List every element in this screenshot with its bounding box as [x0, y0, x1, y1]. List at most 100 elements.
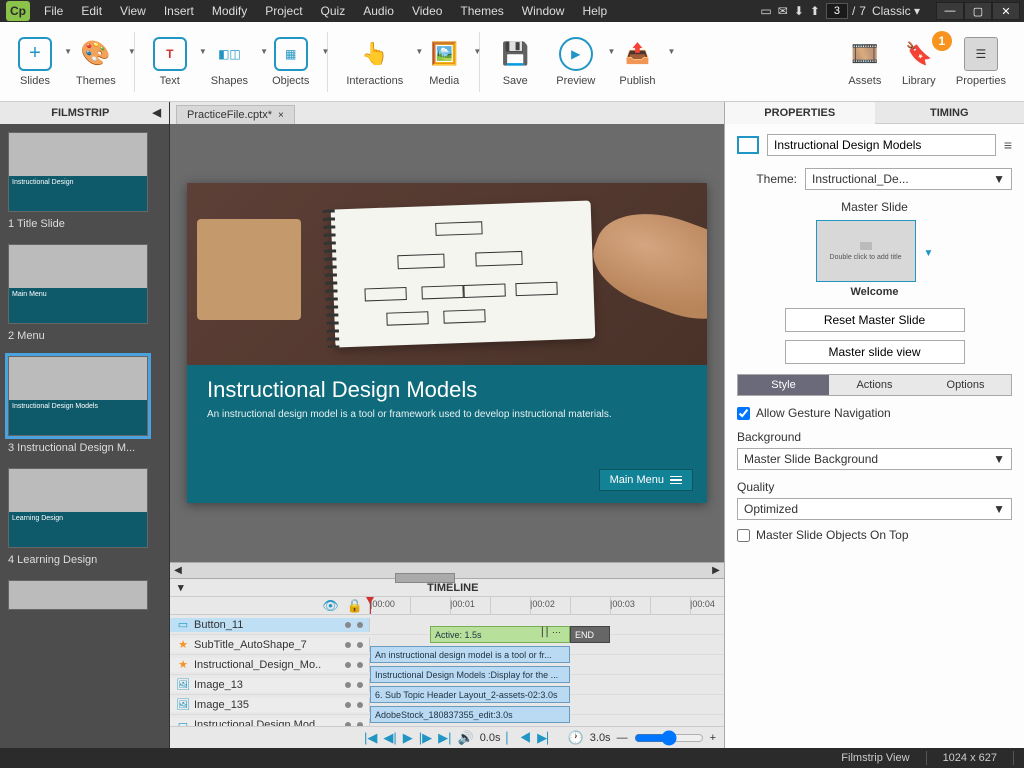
subtab-style[interactable]: Style [738, 375, 829, 395]
ribbon-properties[interactable]: ☰ Properties [946, 33, 1016, 91]
ruler-tick: |00:04 [690, 599, 715, 609]
theme-select[interactable]: Instructional_De...▼ [805, 168, 1012, 190]
timeline-controls: |◀ ◀| ▶ |▶ ▶| 🔊 0.0s ⎸◀ ▶⎸ 🕐 3.0s — + [170, 726, 724, 748]
filmstrip-slide[interactable]: Instructional Design1 Title Slide [8, 132, 161, 230]
step-back-icon[interactable]: ◀| [383, 730, 396, 746]
ribbon-library[interactable]: 🔖 1 Library [892, 33, 946, 91]
timeline-clip[interactable]: Slide (3.0s) [370, 726, 570, 727]
zoom-slider[interactable] [634, 730, 704, 746]
ribbon-shapes[interactable]: ◧◫ ▼ Shapes [201, 33, 258, 91]
canvas[interactable]: Instructional Design Models An instructi… [170, 124, 724, 562]
step-fwd-icon[interactable]: |▶ [419, 730, 432, 746]
panel-menu-icon[interactable]: ≡ [1004, 137, 1012, 153]
ribbon-preview[interactable]: ▶ ▼ Preview [546, 33, 605, 91]
save-icon: 💾 [498, 37, 532, 71]
tab-properties[interactable]: PROPERTIES [725, 102, 875, 124]
text-icon: T [153, 37, 187, 71]
go-start-icon[interactable]: |◀ [364, 730, 377, 746]
file-tab[interactable]: PracticeFile.cptx* × [176, 105, 295, 124]
horizontal-scrollbar[interactable]: ◀ ▶ [170, 562, 724, 578]
chevron-down-icon[interactable]: ▾ [172, 581, 184, 594]
quality-select[interactable]: Optimized▼ [737, 498, 1012, 520]
master-slide-thumb[interactable]: Double click to add title [816, 220, 916, 282]
film-icon: 🎞️ [848, 37, 882, 71]
subtab-options[interactable]: Options [920, 375, 1011, 395]
filmstrip-slide[interactable]: Learning Design4 Learning Design [8, 468, 161, 566]
menu-quiz[interactable]: Quiz [313, 2, 354, 20]
scroll-right-icon[interactable]: ▶ [708, 565, 724, 576]
objects-on-top-checkbox[interactable]: Master Slide Objects On Top [737, 528, 1012, 542]
chevron-down-icon: ▼ [321, 47, 329, 56]
go-end-icon[interactable]: ▶| [438, 730, 451, 746]
lock-icon[interactable]: 🔒 [347, 598, 363, 614]
ribbon-text[interactable]: T ▼ Text [143, 33, 197, 91]
zoom-in-icon[interactable]: + [710, 732, 716, 744]
status-bar: Filmstrip View 1024 x 627 [0, 748, 1024, 768]
subtab-actions[interactable]: Actions [829, 375, 920, 395]
menu-window[interactable]: Window [514, 2, 573, 20]
timeline-clip[interactable]: 6. Sub Topic Header Layout_2-assets-02:3… [370, 686, 570, 703]
tab-timing[interactable]: TIMING [875, 102, 1024, 124]
filmstrip-slide[interactable]: Main Menu2 Menu [8, 244, 161, 342]
scroll-left-icon[interactable]: ◀ [170, 565, 186, 576]
marker-right-icon[interactable]: ▶⎸ [537, 730, 560, 746]
window-maximize[interactable]: ▢ [964, 2, 992, 20]
eye-icon[interactable]: 👁 [322, 598, 339, 614]
chevron-left-icon[interactable]: ◀ [153, 102, 161, 124]
filmstrip-slide[interactable]: Instructional Design Models3 Instruction… [8, 356, 161, 454]
upload-icon[interactable]: ⬆ [810, 4, 820, 18]
background-select[interactable]: Master Slide Background▼ [737, 448, 1012, 470]
zoom-out-icon[interactable]: — [617, 732, 628, 744]
timeline-clip[interactable]: An instructional design model is a tool … [370, 646, 570, 663]
audio-icon[interactable]: 🔊 [458, 730, 474, 746]
menu-view[interactable]: View [112, 2, 154, 20]
reset-master-button[interactable]: Reset Master Slide [785, 308, 965, 332]
menu-project[interactable]: Project [257, 2, 310, 20]
clock-icon[interactable]: 🕐 [568, 730, 584, 746]
grid-icon: ▦ [274, 37, 308, 71]
allow-gesture-checkbox[interactable]: Allow Gesture Navigation [737, 406, 1012, 420]
ribbon-media[interactable]: 🖼️ ▼ Media [417, 33, 471, 91]
master-view-button[interactable]: Master slide view [785, 340, 965, 364]
close-icon[interactable]: × [278, 110, 284, 121]
menu-edit[interactable]: Edit [73, 2, 110, 20]
marker-left-icon[interactable]: ⎸◀ [506, 730, 531, 746]
ribbon-themes[interactable]: 🎨 ▼ Themes [66, 33, 126, 91]
ribbon-save[interactable]: 💾 Save [488, 33, 542, 91]
menu-video[interactable]: Video [404, 2, 450, 20]
object-type-icon: ★ [176, 658, 190, 672]
ribbon-slides[interactable]: + ▼ Slides [8, 33, 62, 91]
menu-themes[interactable]: Themes [452, 2, 511, 20]
menu-help[interactable]: Help [574, 2, 615, 20]
mail-icon[interactable]: ✉ [778, 4, 788, 18]
timeline-row[interactable]: ▭Button_11Active: 1.5sEND⎮⎮ ⋯ [170, 615, 724, 635]
ribbon-assets[interactable]: 🎞️ Assets [838, 33, 892, 91]
app-logo: Cp [6, 1, 30, 21]
ribbon-interactions[interactable]: 👆 ▼ Interactions [336, 33, 413, 91]
ruler-tick: |00:02 [530, 599, 555, 609]
window-minimize[interactable]: — [936, 2, 964, 20]
download-icon[interactable]: ⬇ [794, 4, 804, 18]
page-current-input[interactable] [826, 3, 848, 19]
filmstrip-slide-label: 1 Title Slide [8, 218, 161, 230]
menu-audio[interactable]: Audio [355, 2, 402, 20]
window-close[interactable]: ✕ [992, 2, 1020, 20]
page-total: 7 [859, 4, 866, 18]
main-menu-button[interactable]: Main Menu [599, 469, 693, 491]
menu-insert[interactable]: Insert [156, 2, 202, 20]
layout-icon[interactable]: ▭ [760, 4, 771, 18]
menu-modify[interactable]: Modify [204, 2, 255, 20]
menu-file[interactable]: File [36, 2, 71, 20]
status-view: Filmstrip View [841, 752, 909, 764]
play-icon[interactable]: ▶ [403, 730, 413, 746]
timeline-clip[interactable]: AdobeStock_180837355_edit:3.0s [370, 706, 570, 723]
workspace-switcher[interactable]: Classic ▾ [872, 4, 920, 18]
filmstrip-slide-label: 3 Instructional Design M... [8, 442, 161, 454]
ribbon-publish[interactable]: 📤 ▼ Publish [609, 33, 665, 91]
ribbon-objects[interactable]: ▦ ▼ Objects [262, 33, 319, 91]
chevron-down-icon[interactable]: ▼ [924, 248, 934, 259]
file-tab-name: PracticeFile.cptx* [187, 109, 272, 121]
scrollbar-thumb[interactable] [395, 573, 455, 583]
timeline-clip[interactable]: Instructional Design Models :Display for… [370, 666, 570, 683]
object-name-input[interactable] [767, 134, 996, 156]
